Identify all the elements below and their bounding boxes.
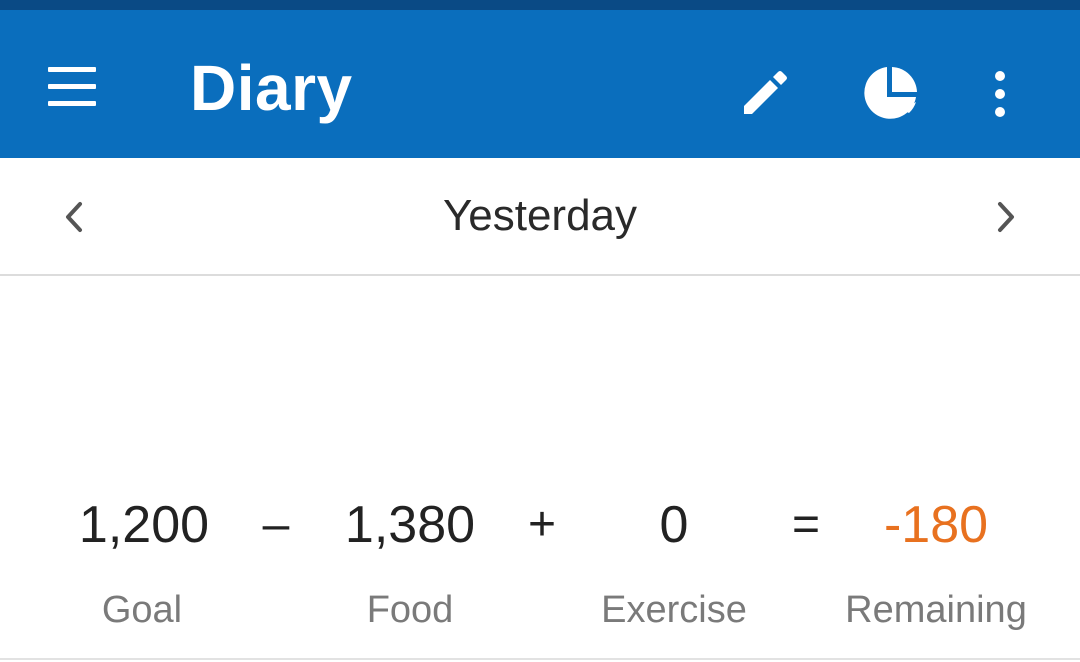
plus-operator: + (527, 498, 557, 551)
divider (0, 658, 1080, 660)
remaining-label: Remaining (845, 589, 1027, 631)
food-value: 1,380 (344, 496, 476, 554)
goal-label: Goal (101, 589, 183, 631)
calorie-summary: 1,200 – 1,380 + 0 = -180 Goal Food Exerc… (0, 276, 1080, 660)
food-label: Food (366, 589, 454, 631)
date-label[interactable]: Yesterday (340, 188, 740, 244)
more-vert-icon[interactable] (986, 68, 1014, 120)
exercise-value: 0 (659, 496, 689, 554)
chevron-left-icon[interactable] (56, 198, 90, 236)
date-navigation: Yesterday (0, 158, 1080, 276)
app-bar: Diary (0, 10, 1080, 158)
status-strip (0, 0, 1080, 10)
minus-operator: – (262, 498, 290, 551)
goal-value: 1,200 (78, 496, 210, 554)
pie-chart-icon[interactable] (860, 62, 922, 124)
pencil-icon[interactable] (738, 66, 792, 120)
remaining-value: -180 (883, 496, 989, 554)
chevron-right-icon[interactable] (990, 198, 1024, 236)
page-title: Diary (190, 52, 353, 124)
menu-icon[interactable] (44, 65, 100, 109)
exercise-label: Exercise (601, 589, 747, 631)
